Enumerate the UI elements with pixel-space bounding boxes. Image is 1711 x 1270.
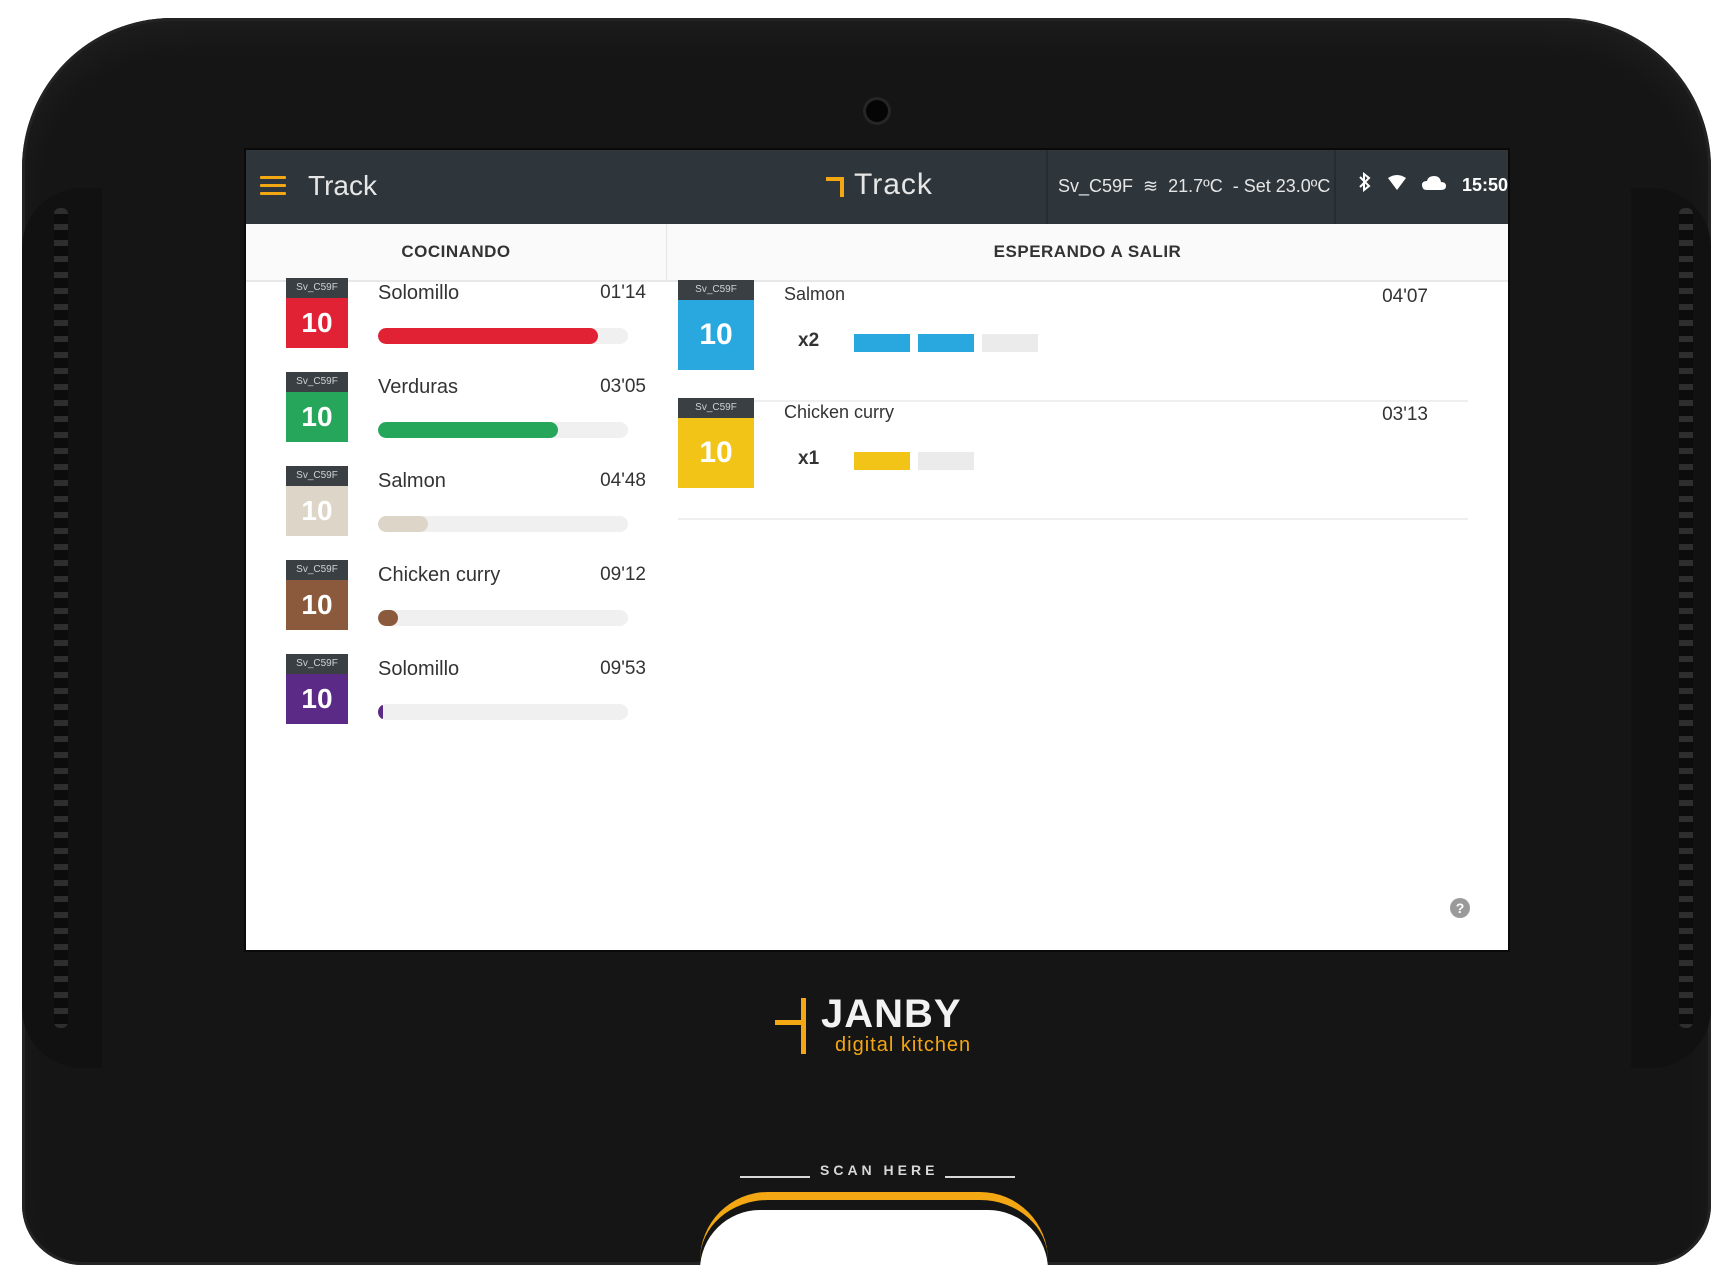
tray-badge: Sv_C59F 10 (678, 280, 754, 370)
screen: Track Track Sv_C59F ≋ 21.7ºC - Set 23.0º… (246, 150, 1508, 950)
progress-fill (378, 328, 598, 344)
badge-number: 10 (678, 418, 754, 488)
progress-bar (378, 328, 628, 344)
tray-badge: Sv_C59F 10 (678, 398, 754, 488)
cooking-item[interactable]: Sv_C59F 10 Verduras 03'05 (286, 372, 646, 452)
cooking-item[interactable]: Sv_C59F 10 Solomillo 09'53 (286, 654, 646, 734)
logo-subtitle: digital kitchen (835, 1034, 972, 1056)
badge-number: 10 (286, 674, 348, 724)
brand: Track (824, 168, 933, 202)
help-icon[interactable]: ? (1450, 898, 1470, 918)
setpoint: - Set 23.0ºC (1232, 176, 1331, 196)
right-bumper (1631, 188, 1711, 1068)
badge-tag: Sv_C59F (286, 654, 348, 674)
progress-fill (378, 704, 383, 720)
badge-number: 10 (286, 298, 348, 348)
app-title: Track (308, 170, 377, 201)
left-grip (54, 208, 68, 1028)
cooking-item[interactable]: Sv_C59F 10 Chicken curry 09'12 (286, 560, 646, 640)
janby-logo: JANBY digital kitchen (775, 992, 1015, 1072)
badge-tag: Sv_C59F (286, 278, 348, 298)
badge-tag: Sv_C59F (286, 372, 348, 392)
tray-empty (982, 334, 1038, 352)
item-quantity: x1 (798, 448, 820, 469)
waiting-item[interactable]: Sv_C59F 10 Chicken curry 03'13 x1 (678, 398, 1468, 520)
camera-icon (866, 100, 888, 122)
current-temp: 21.7ºC (1168, 176, 1223, 196)
track-logo-icon (824, 171, 848, 199)
item-name: Solomillo (378, 658, 460, 680)
tab-waiting[interactable]: ESPERANDO A SALIR (667, 224, 1508, 282)
item-time: 03'05 (600, 376, 646, 397)
logo-name: JANBY (821, 992, 962, 1036)
cooking-item[interactable]: Sv_C59F 10 Solomillo 01'14 (286, 278, 646, 358)
tray-empty (918, 452, 974, 470)
item-time: 09'12 (600, 564, 646, 585)
item-time: 01'14 (600, 282, 646, 303)
cooking-item[interactable]: Sv_C59F 10 Salmon 04'48 (286, 466, 646, 546)
tray-badge: Sv_C59F 10 (286, 372, 348, 442)
item-name: Verduras (378, 376, 459, 398)
scan-line (740, 1176, 810, 1178)
tray-badge: Sv_C59F 10 (286, 654, 348, 724)
waiting-item[interactable]: Sv_C59F 10 Salmon 04'07 x2 (678, 280, 1468, 402)
badge-number: 10 (678, 300, 754, 370)
device-id: Sv_C59F (1058, 176, 1134, 196)
progress-bar (378, 610, 628, 626)
item-time: 09'53 (600, 658, 646, 679)
tray-filled (854, 334, 910, 352)
item-quantity: x2 (798, 330, 820, 351)
device-info: Sv_C59F ≋ 21.7ºC - Set 23.0ºC (1058, 176, 1330, 197)
badge-number: 10 (286, 580, 348, 630)
badge-tag: Sv_C59F (678, 398, 754, 418)
tray-badge: Sv_C59F 10 (286, 278, 348, 348)
brand-name: Track (854, 168, 933, 201)
wave-icon: ≋ (1143, 176, 1159, 196)
tray-badge: Sv_C59F 10 (286, 466, 348, 536)
progress-bar (378, 516, 628, 532)
tray-badge: Sv_C59F 10 (286, 560, 348, 630)
progress-fill (378, 610, 398, 626)
cloud-icon (1422, 174, 1446, 197)
divider (1334, 150, 1336, 224)
badge-tag: Sv_C59F (286, 560, 348, 580)
tab-cooking[interactable]: COCINANDO (246, 224, 667, 282)
clock: 15:50 (1462, 174, 1508, 195)
badge-number: 10 (286, 486, 348, 536)
menu-icon[interactable] (260, 176, 286, 196)
tray-filled (854, 452, 910, 470)
progress-bar (378, 422, 628, 438)
progress-fill (378, 516, 428, 532)
scanner-slot[interactable] (700, 1210, 1048, 1270)
status-bar: 15:50 (1358, 171, 1508, 198)
item-time: 04'48 (600, 470, 646, 491)
item-name: Solomillo (378, 282, 460, 304)
item-name: Chicken curry (378, 564, 501, 586)
tray-filled (918, 334, 974, 352)
item-time: 03'13 (1382, 404, 1428, 425)
bluetooth-icon (1358, 171, 1372, 198)
item-name: Salmon (784, 284, 846, 304)
wifi-icon (1388, 174, 1406, 197)
item-name: Chicken curry (784, 402, 895, 422)
badge-tag: Sv_C59F (678, 280, 754, 300)
item-name: Salmon (378, 470, 446, 492)
progress-bar (378, 704, 628, 720)
progress-fill (378, 422, 558, 438)
scan-label: SCAN HERE (820, 1162, 939, 1178)
logo-mark (801, 998, 806, 1054)
item-time: 04'07 (1382, 286, 1428, 307)
badge-number: 10 (286, 392, 348, 442)
scan-line (945, 1176, 1015, 1178)
right-grip (1679, 208, 1693, 1028)
divider (1046, 150, 1048, 224)
app-bar: Track Track Sv_C59F ≋ 21.7ºC - Set 23.0º… (246, 150, 1508, 224)
badge-tag: Sv_C59F (286, 466, 348, 486)
